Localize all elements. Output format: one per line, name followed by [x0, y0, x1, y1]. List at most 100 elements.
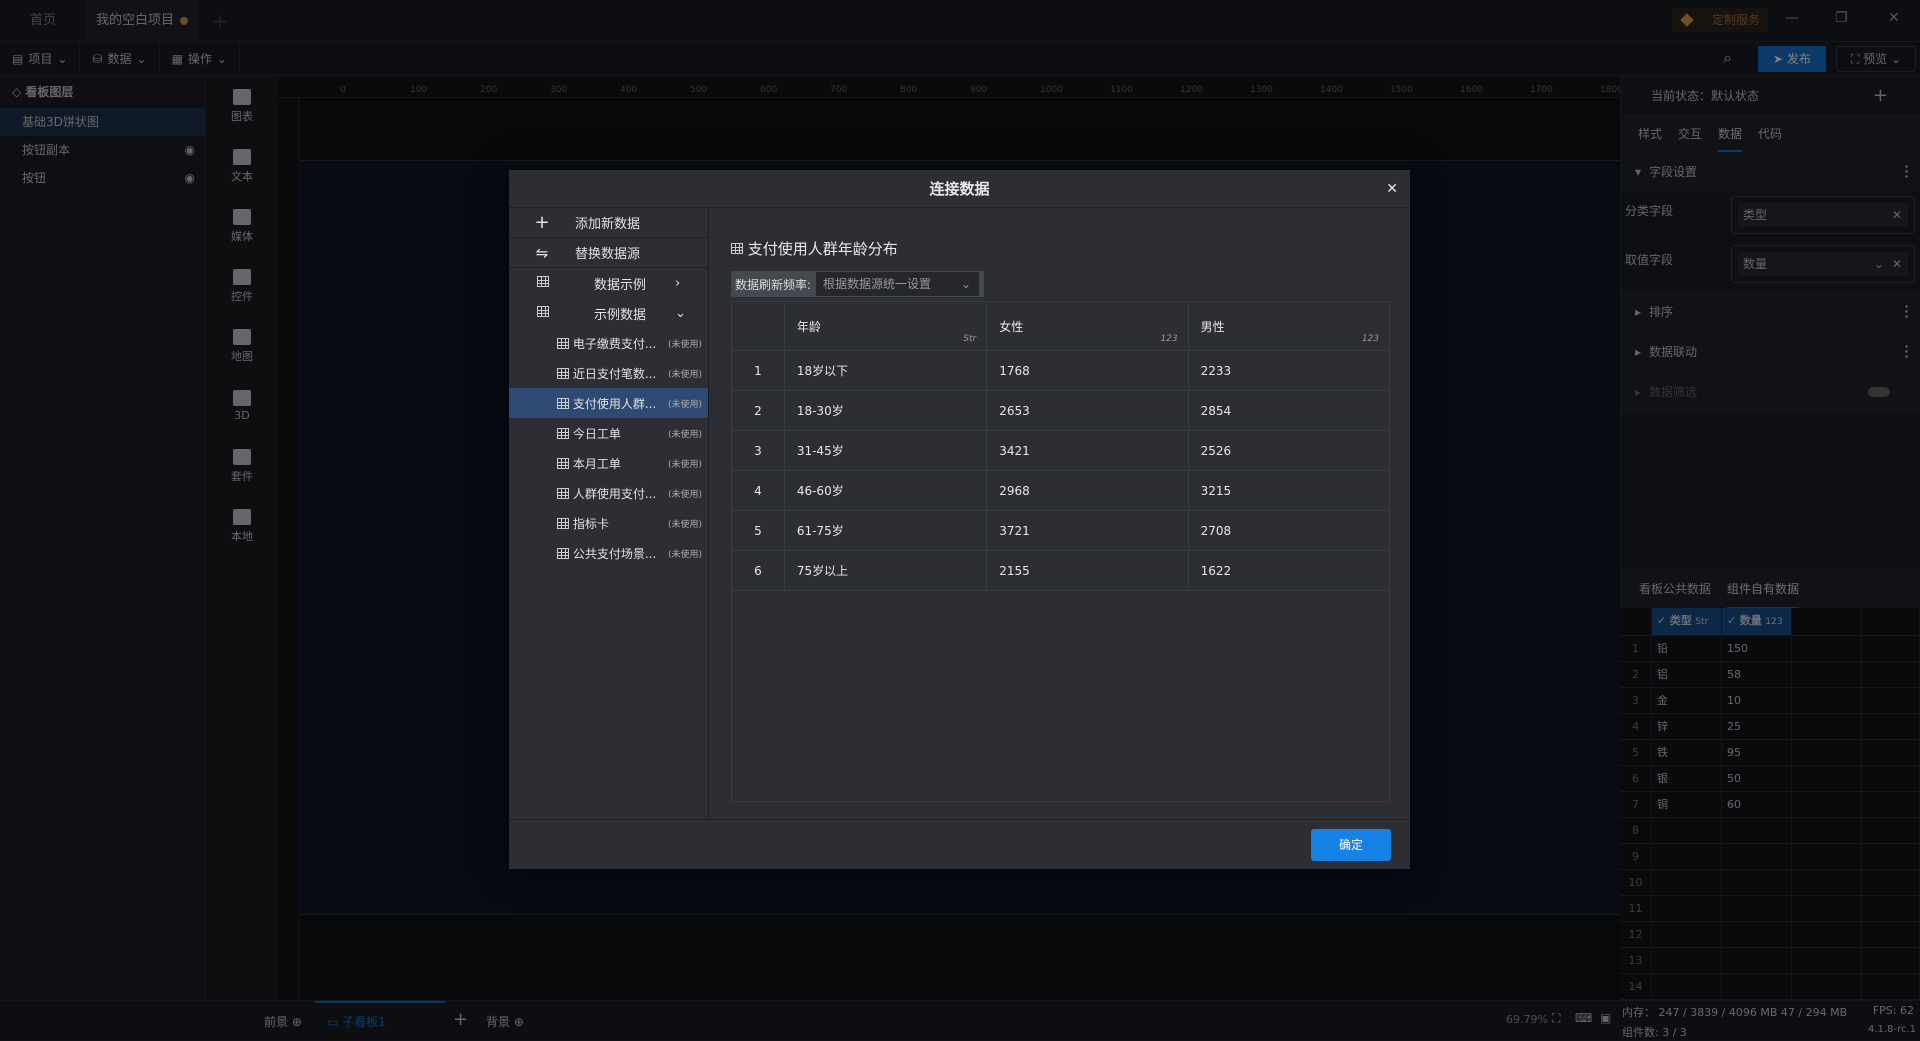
column-type: 123: [1361, 334, 1379, 344]
cell-age: 31-45岁: [785, 431, 988, 470]
row-index: 3: [732, 431, 785, 470]
refresh-rate-value: 根据数据源统一设置: [823, 277, 932, 291]
data-source-item[interactable]: 今日工单 (未使用): [509, 418, 708, 448]
replace-source-label: 替换数据源: [575, 247, 641, 262]
column-name: 女性: [999, 319, 1024, 334]
data-example-group[interactable]: 数据示例 ›: [509, 268, 708, 298]
group-label: 数据示例: [593, 277, 646, 293]
data-source-item[interactable]: 本月工单 (未使用): [509, 448, 708, 478]
data-source-item[interactable]: 指标卡 (未使用): [509, 508, 708, 538]
row-index: 2: [732, 391, 785, 430]
table-row: 6 75岁以上 2155 1622: [732, 551, 1389, 591]
cell-female: 2155: [987, 551, 1189, 590]
cell-female: 2968: [987, 471, 1189, 510]
data-source-item[interactable]: 支付使用人群... (未使用): [509, 388, 708, 418]
data-source-item[interactable]: 近日支付笔数... (未使用): [509, 358, 708, 388]
table-row: 2 18-30岁 2653 2854: [732, 391, 1389, 431]
source-label: 今日工单: [572, 426, 621, 441]
source-status: (未使用): [667, 399, 702, 410]
dataset-title: 支付使用人群年龄分布: [731, 238, 898, 259]
sample-data-group[interactable]: 示例数据 ⌄: [509, 298, 708, 328]
table-row: 1 18岁以下 1768 2233: [732, 351, 1389, 391]
source-label: 公共支付场景...: [572, 546, 657, 561]
table-header: 年龄 Str 女性 123 男性 123: [732, 302, 1389, 351]
cell-male: 2854: [1200, 403, 1232, 418]
refresh-rate-row: 数据刷新频率: 根据数据源统一设置 ⌄: [731, 271, 984, 297]
cell-age: 61-75岁: [785, 511, 988, 550]
table-row: 4 46-60岁 2968 3215: [732, 471, 1389, 511]
source-label: 近日支付笔数...: [572, 366, 657, 381]
data-source-item[interactable]: 电子缴费支付... (未使用): [509, 328, 708, 358]
column-name: 男性: [1200, 319, 1225, 334]
refresh-rate-select[interactable]: 根据数据源统一设置 ⌄: [816, 272, 980, 296]
cell-female: 2653: [987, 391, 1189, 430]
cell-female: 3421: [987, 431, 1189, 470]
source-status: (未使用): [667, 459, 702, 470]
cell-age: 46-60岁: [785, 471, 988, 510]
column-type: Str: [963, 334, 977, 344]
table-icon: [557, 427, 569, 439]
dialog-header: 连接数据 ✕: [509, 170, 1410, 208]
cell-age: 18岁以下: [785, 351, 988, 390]
source-status: (未使用): [667, 549, 702, 560]
source-label: 本月工单: [572, 456, 621, 471]
data-preview-table: 年龄 Str 女性 123 男性 123 1 18岁以下 1768 2233 2 18-30岁 2…: [731, 301, 1390, 802]
refresh-rate-label: 数据刷新频率:: [735, 277, 812, 292]
cell-age: 18-30岁: [785, 391, 988, 430]
cell-male: 2233: [1200, 363, 1232, 378]
row-index: 1: [732, 351, 785, 390]
table-icon: [557, 337, 569, 349]
source-status: (未使用): [667, 369, 702, 380]
table-icon: [557, 367, 569, 379]
source-label: 人群使用支付...: [572, 486, 657, 501]
column-header: 年龄 Str: [785, 302, 988, 350]
swap-icon: ⇋: [535, 243, 549, 262]
data-source-item[interactable]: 公共支付场景... (未使用): [509, 538, 708, 568]
source-status: (未使用): [667, 339, 702, 350]
column-type: 123: [1160, 334, 1178, 344]
column-header: 男性 123: [1189, 302, 1389, 350]
table-icon: [537, 275, 549, 287]
data-source-list: + 添加新数据 ⇋ 替换数据源 数据示例 › 示例数据 ⌄ 电子缴费支付... (未使用)…: [509, 208, 709, 819]
group-label: 示例数据: [593, 307, 646, 323]
table-icon: [731, 243, 743, 254]
replace-source-button[interactable]: ⇋ 替换数据源: [509, 238, 708, 268]
dialog-title: 连接数据: [929, 180, 990, 198]
plus-icon: +: [534, 212, 550, 233]
confirm-button[interactable]: 确定: [1311, 829, 1391, 861]
source-label: 指标卡: [572, 516, 609, 531]
row-index: 4: [732, 471, 785, 510]
cell-female: 1768: [987, 351, 1189, 390]
connect-data-dialog: 连接数据 ✕ + 添加新数据 ⇋ 替换数据源 数据示例 › 示例数据 ⌄ 电子缴费支付..…: [509, 170, 1410, 869]
data-source-item[interactable]: 人群使用支付... (未使用): [509, 478, 708, 508]
chevron-right-icon: ›: [675, 275, 681, 291]
table-row: 3 31-45岁 3421 2526: [732, 431, 1389, 471]
add-data-label: 添加新数据: [575, 217, 641, 232]
table-icon: [557, 547, 569, 559]
source-label: 支付使用人群...: [572, 396, 657, 411]
table-row: 5 61-75岁 3721 2708: [732, 511, 1389, 551]
dialog-footer: 确定: [509, 819, 1410, 869]
cell-female: 3721: [987, 511, 1189, 550]
close-icon[interactable]: ✕: [1386, 170, 1398, 208]
cell-male: 2526: [1200, 443, 1232, 458]
source-status: (未使用): [667, 489, 702, 500]
chevron-down-icon: ⌄: [960, 277, 972, 291]
chevron-down-icon: ⌄: [675, 305, 686, 321]
add-data-button[interactable]: + 添加新数据: [509, 208, 708, 238]
table-icon: [557, 517, 569, 529]
table-icon: [557, 487, 569, 499]
column-header: 女性 123: [987, 302, 1189, 350]
table-icon: [537, 305, 549, 317]
row-index: 6: [732, 551, 785, 590]
cell-male: 3215: [1200, 483, 1232, 498]
row-index: 5: [732, 511, 785, 550]
cell-age: 75岁以上: [785, 551, 988, 590]
cell-male: 2708: [1200, 523, 1232, 538]
source-status: (未使用): [667, 429, 702, 440]
source-label: 电子缴费支付...: [572, 336, 657, 351]
cell-male: 1622: [1200, 563, 1232, 578]
source-status: (未使用): [667, 519, 702, 530]
table-icon: [557, 397, 569, 409]
dataset-title-label: 支付使用人群年龄分布: [747, 240, 898, 258]
